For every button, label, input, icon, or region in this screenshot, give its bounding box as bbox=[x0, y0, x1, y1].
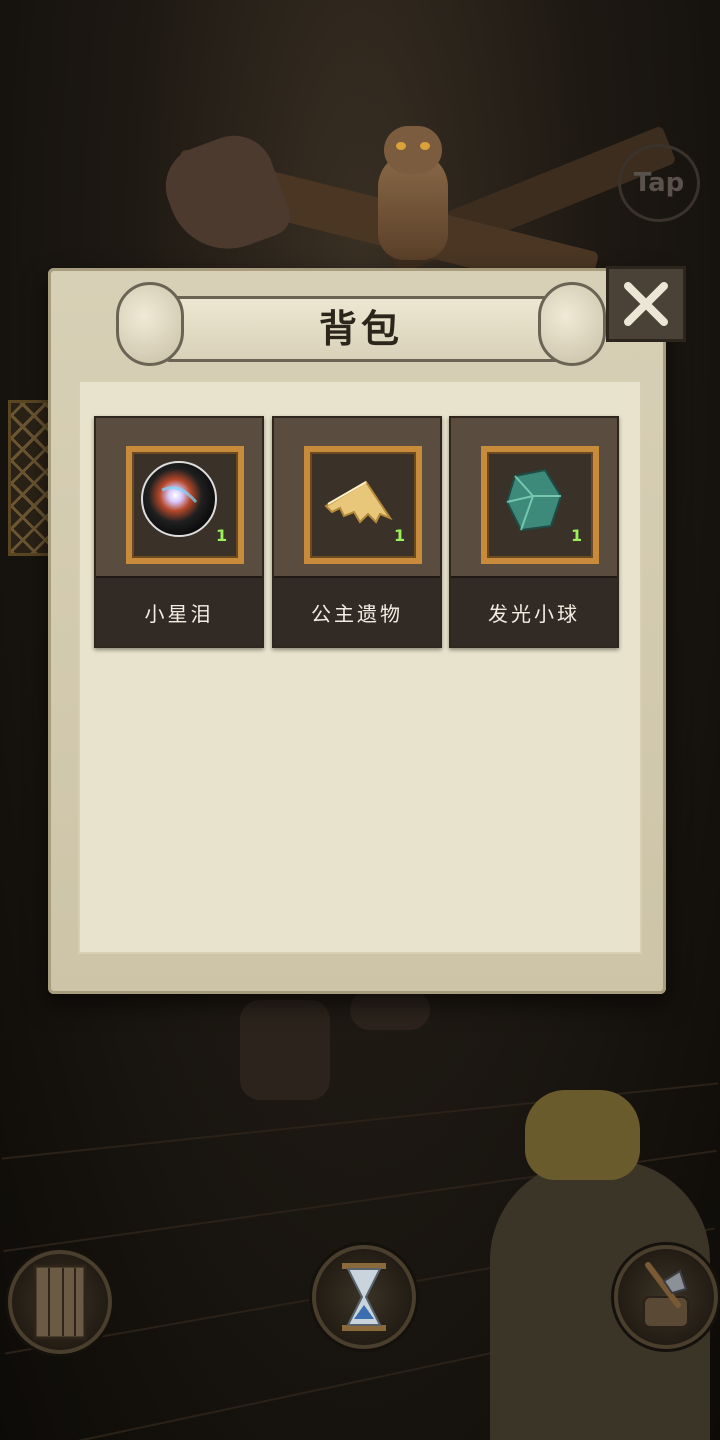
tap-button[interactable]: Tap bbox=[618, 144, 700, 222]
item-count: 1 bbox=[571, 526, 583, 545]
hourglass-icon bbox=[342, 1263, 386, 1331]
close-button[interactable] bbox=[606, 266, 686, 342]
item-frame bbox=[126, 446, 244, 564]
tap-label: Tap bbox=[633, 168, 685, 198]
character-boots bbox=[240, 990, 440, 1100]
item-label-bar: 发光小球 bbox=[451, 576, 617, 646]
item-count: 1 bbox=[394, 526, 406, 545]
axe-button[interactable] bbox=[614, 1245, 718, 1349]
inventory-item[interactable]: 1 发光小球 bbox=[449, 416, 619, 648]
hourglass-button[interactable] bbox=[312, 1245, 416, 1349]
item-name: 公主遗物 bbox=[311, 601, 403, 626]
close-icon bbox=[624, 282, 668, 326]
item-frame bbox=[481, 446, 599, 564]
item-name: 小星泪 bbox=[144, 601, 214, 626]
item-label-bar: 公主遗物 bbox=[274, 576, 440, 646]
item-name: 发光小球 bbox=[488, 601, 580, 626]
dialog-title: 背包 bbox=[318, 307, 403, 351]
item-count: 1 bbox=[216, 526, 228, 545]
title-scroll: 背包 bbox=[116, 278, 606, 366]
character-arm bbox=[154, 124, 296, 266]
door-button[interactable] bbox=[8, 1250, 112, 1354]
owl bbox=[372, 120, 454, 260]
inventory-item[interactable]: 1 公主遗物 bbox=[272, 416, 442, 648]
door-icon bbox=[33, 1264, 87, 1340]
princess-relic-cloth-icon bbox=[324, 480, 393, 524]
glowing-gem-icon bbox=[505, 468, 563, 532]
item-frame bbox=[304, 446, 422, 564]
item-label-bar: 小星泪 bbox=[96, 576, 262, 646]
inventory-item[interactable]: 1 小星泪 bbox=[94, 416, 264, 648]
axe-icon bbox=[643, 1262, 689, 1328]
star-tear-orb-icon bbox=[141, 461, 217, 537]
